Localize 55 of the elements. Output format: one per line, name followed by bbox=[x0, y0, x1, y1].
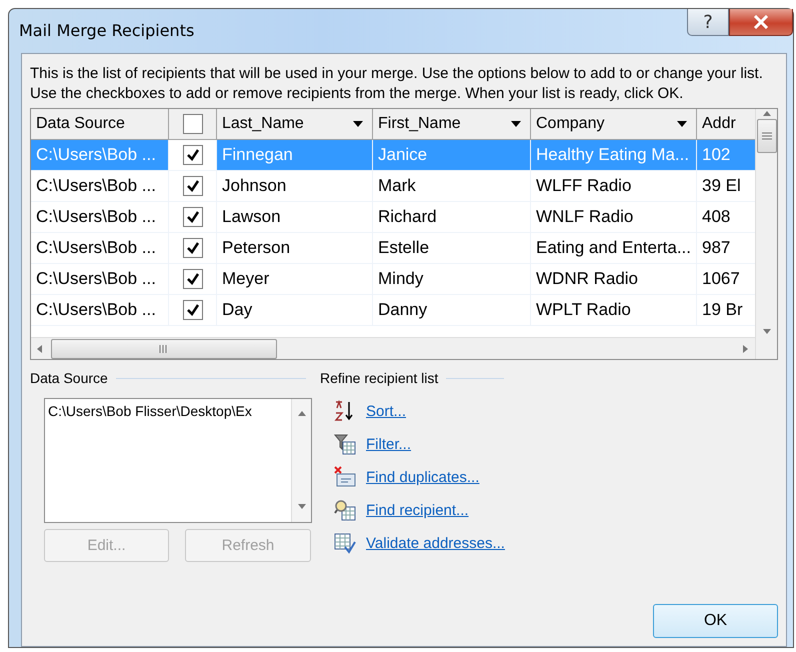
row-checkbox[interactable] bbox=[182, 145, 202, 165]
window-title: Mail Merge Recipients bbox=[19, 21, 194, 40]
dropdown-icon bbox=[352, 120, 364, 128]
action-link[interactable]: Find duplicates... bbox=[366, 468, 480, 486]
column-label: Last_Name bbox=[222, 115, 304, 133]
action-link[interactable]: Find recipient... bbox=[366, 502, 469, 518]
scroll-up-icon[interactable] bbox=[296, 409, 306, 419]
duplicates-icon bbox=[334, 466, 356, 488]
scroll-left-icon[interactable] bbox=[35, 344, 45, 354]
data-source-list[interactable]: C:\Users\Bob Flisser\Desktop\Ex bbox=[44, 398, 312, 523]
horizontal-scrollbar[interactable] bbox=[31, 337, 755, 359]
grip-icon bbox=[762, 132, 772, 140]
row-checkbox[interactable] bbox=[182, 207, 202, 227]
instructions-text: This is the list of recipients that will be used in your merge. Use the options below to add to or change your list. Use the checkboxes to add or remove recipients from the merge. When your list is ready, click OK. bbox=[30, 64, 764, 104]
dropdown-icon bbox=[676, 120, 688, 128]
section-heading: Refine recipient list bbox=[320, 370, 438, 386]
column-label: Data Source bbox=[36, 115, 125, 133]
table-cell: Finnegan bbox=[217, 140, 373, 170]
select-all-checkbox[interactable] bbox=[182, 114, 202, 134]
ok-button[interactable]: OK bbox=[653, 604, 778, 638]
check-icon bbox=[186, 211, 200, 223]
action-link[interactable]: Filter... bbox=[366, 436, 412, 452]
column-header[interactable]: First_Name bbox=[373, 109, 531, 139]
column-label: Addr bbox=[702, 115, 736, 133]
vertical-scrollbar[interactable] bbox=[755, 109, 777, 337]
action-link[interactable]: Validate addresses... bbox=[366, 534, 505, 552]
table-cell: C:\Users\Bob ... bbox=[31, 140, 169, 170]
validate-icon bbox=[334, 532, 356, 554]
row-checkbox[interactable] bbox=[182, 176, 202, 196]
check-icon bbox=[186, 149, 200, 161]
help-button[interactable]: ? bbox=[687, 9, 729, 36]
scrollbar-corner bbox=[755, 337, 777, 359]
column-label: First_Name bbox=[378, 115, 461, 133]
action-link[interactable]: Sort... bbox=[366, 402, 406, 420]
filter-icon bbox=[334, 433, 356, 455]
list-item[interactable]: C:\Users\Bob Flisser\Desktop\Ex bbox=[45, 399, 291, 423]
dropdown-icon bbox=[510, 120, 522, 128]
check-icon bbox=[186, 273, 200, 285]
row-checkbox[interactable] bbox=[182, 300, 202, 320]
check-icon bbox=[186, 304, 200, 316]
close-icon bbox=[753, 15, 769, 29]
section-heading: Data Source bbox=[30, 370, 108, 386]
column-header[interactable]: Company bbox=[531, 109, 697, 139]
close-button[interactable] bbox=[729, 9, 793, 36]
check-icon bbox=[186, 242, 200, 254]
row-checkbox[interactable] bbox=[182, 238, 202, 258]
table-cell: Healthy Eating Ma... bbox=[531, 140, 697, 170]
row-checkbox[interactable] bbox=[182, 269, 202, 289]
table-cell: Janice bbox=[373, 140, 531, 170]
table-cell: 102 bbox=[697, 140, 755, 170]
check-icon bbox=[186, 180, 200, 192]
find-icon bbox=[334, 499, 356, 521]
column-header[interactable]: Last_Name bbox=[217, 109, 373, 139]
grip-icon bbox=[159, 344, 169, 352]
column-label: Company bbox=[536, 115, 604, 133]
